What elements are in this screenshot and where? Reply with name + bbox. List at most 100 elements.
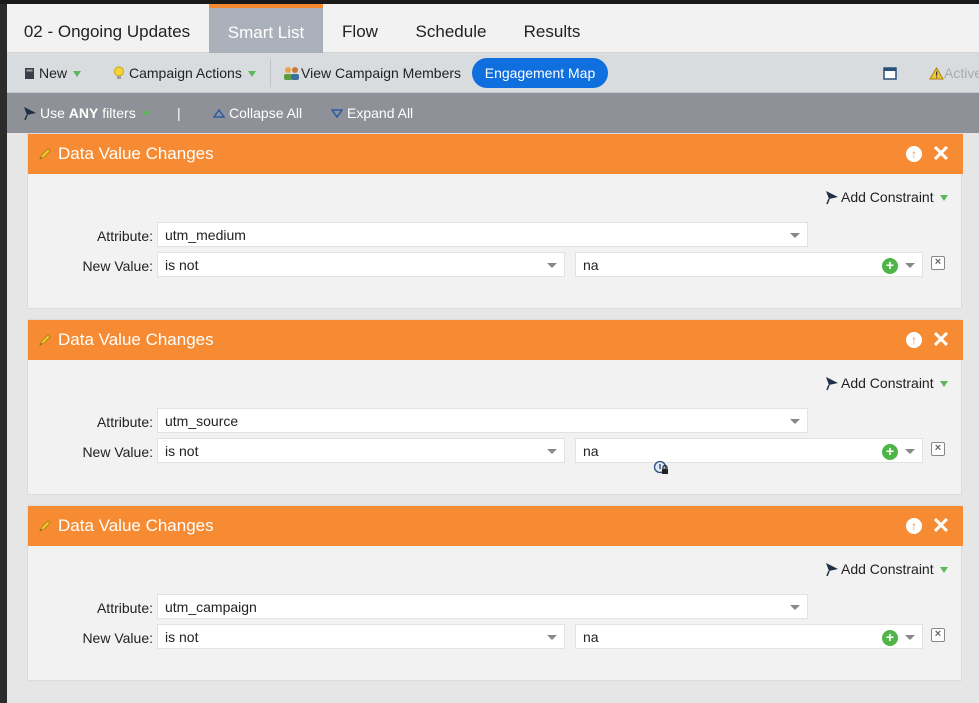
new-label: New [39, 65, 68, 81]
chevron-down-icon [141, 111, 150, 117]
tab-smart-list[interactable]: Smart List [209, 4, 323, 53]
operator-value: is not [165, 629, 199, 645]
attribute-label: Attribute: [96, 600, 153, 616]
move-up-icon[interactable]: ↑ [906, 332, 922, 348]
filter-toolbar: Use ANY filters | Collapse All Expand Al… [7, 93, 979, 133]
value-input[interactable]: na + [575, 438, 923, 463]
add-constraint-label: Add Constraint [841, 561, 934, 577]
filter-header: Data Value Changes ↑ ✕ [28, 506, 963, 546]
collapse-all-button[interactable]: Collapse All [212, 93, 303, 133]
filter-title: Data Value Changes [58, 516, 214, 535]
close-icon[interactable]: ✕ [931, 513, 951, 539]
new-value-label: New Value: [82, 630, 153, 646]
chevron-down-icon [939, 195, 948, 201]
chevron-down-icon [547, 449, 557, 454]
operator-select[interactable]: is not [157, 438, 565, 463]
attribute-label: Attribute: [96, 228, 153, 244]
add-constraint-button[interactable]: Add Constraint [825, 375, 948, 391]
chevron-down-icon [790, 233, 800, 238]
campaign-actions-button[interactable]: Campaign Actions [113, 53, 256, 93]
new-value-label: New Value: [82, 444, 153, 460]
remove-row-icon[interactable]: × [931, 256, 945, 270]
collapse-icon [212, 108, 226, 118]
pencil-icon [38, 334, 51, 347]
attribute-label: Attribute: [96, 414, 153, 430]
collapse-all-label: Collapse All [229, 105, 303, 121]
close-icon[interactable]: ✕ [931, 141, 951, 167]
status-label: Active [944, 65, 979, 81]
tab-schedule[interactable]: Schedule [397, 4, 505, 53]
filter-icon [24, 107, 36, 121]
attribute-value: utm_campaign [165, 599, 257, 615]
attribute-value: utm_medium [165, 227, 246, 243]
move-up-icon[interactable]: ↑ [906, 146, 922, 162]
add-value-icon[interactable]: + [882, 630, 898, 646]
expand-all-button[interactable]: Expand All [330, 93, 413, 133]
remove-row-icon[interactable]: × [931, 442, 945, 456]
filter-title: Data Value Changes [58, 144, 214, 163]
view-campaign-members-button[interactable]: View Campaign Members [283, 53, 461, 93]
filter-title: Data Value Changes [58, 330, 214, 349]
tab-results[interactable]: Results [505, 4, 599, 53]
pencil-icon [38, 148, 51, 161]
window-icon [883, 67, 897, 80]
filter-header: Data Value Changes ↑ ✕ [28, 134, 963, 174]
status-indicator: Active [929, 53, 979, 93]
chevron-down-icon [790, 419, 800, 424]
filter-card: Data Value Changes ↑ ✕ Add Constraint At… [27, 133, 963, 309]
operator-select[interactable]: is not [157, 624, 565, 649]
use-any-filters-button[interactable]: Use ANY filters [23, 93, 150, 133]
filter-icon [826, 563, 838, 577]
chevron-down-icon [247, 71, 256, 77]
filter-toolbar-separator: | [177, 105, 181, 121]
move-up-icon[interactable]: ↑ [906, 518, 922, 534]
chevron-down-icon [905, 263, 915, 268]
attribute-select[interactable]: utm_campaign [157, 594, 808, 619]
filter-card: Data Value Changes ↑ ✕ Add Constraint At… [27, 505, 963, 681]
value-text: na [583, 257, 599, 273]
chevron-down-icon [939, 567, 948, 573]
value-input[interactable]: na + [575, 252, 923, 277]
chevron-down-icon [905, 449, 915, 454]
pencil-icon [38, 520, 51, 533]
add-constraint-label: Add Constraint [841, 189, 934, 205]
engagement-map-button[interactable]: Engagement Map [472, 58, 608, 88]
toolbar-divider [270, 59, 271, 87]
new-icon [25, 68, 34, 79]
remove-row-icon[interactable]: × [931, 628, 945, 642]
tab-flow[interactable]: Flow [323, 4, 397, 53]
attribute-select[interactable]: utm_medium [157, 222, 808, 247]
use-prefix: Use [40, 105, 69, 121]
lightbulb-icon [114, 66, 124, 79]
chevron-down-icon [905, 635, 915, 640]
filter-card: Data Value Changes ↑ ✕ Add Constraint At… [27, 319, 963, 495]
value-text: na [583, 629, 599, 645]
value-input[interactable]: na + [575, 624, 923, 649]
new-menu-button[interactable]: New [24, 53, 82, 93]
chevron-down-icon [547, 263, 557, 268]
chevron-down-icon [73, 71, 82, 77]
warning-icon [929, 67, 944, 80]
filter-icon [826, 377, 838, 391]
add-constraint-button[interactable]: Add Constraint [825, 189, 948, 205]
chevron-down-icon [790, 605, 800, 610]
scrollbar[interactable] [965, 133, 979, 703]
close-icon[interactable]: ✕ [931, 327, 951, 353]
add-constraint-label: Add Constraint [841, 375, 934, 391]
tab-program-name[interactable]: 02 - Ongoing Updates [7, 4, 207, 53]
window-button[interactable] [883, 53, 897, 93]
value-text: na [583, 443, 599, 459]
tab-bar: 02 - Ongoing Updates Smart List Flow Sch… [7, 4, 979, 53]
filter-icon [826, 191, 838, 205]
campaign-actions-label: Campaign Actions [129, 65, 242, 81]
add-value-icon[interactable]: + [882, 258, 898, 274]
chevron-down-icon [939, 381, 948, 387]
add-value-icon[interactable]: + [882, 444, 898, 460]
new-value-label: New Value: [82, 258, 153, 274]
attribute-select[interactable]: utm_source [157, 408, 808, 433]
operator-value: is not [165, 257, 199, 273]
attribute-value: utm_source [165, 413, 239, 429]
operator-select[interactable]: is not [157, 252, 565, 277]
people-icon [284, 67, 299, 80]
add-constraint-button[interactable]: Add Constraint [825, 561, 948, 577]
